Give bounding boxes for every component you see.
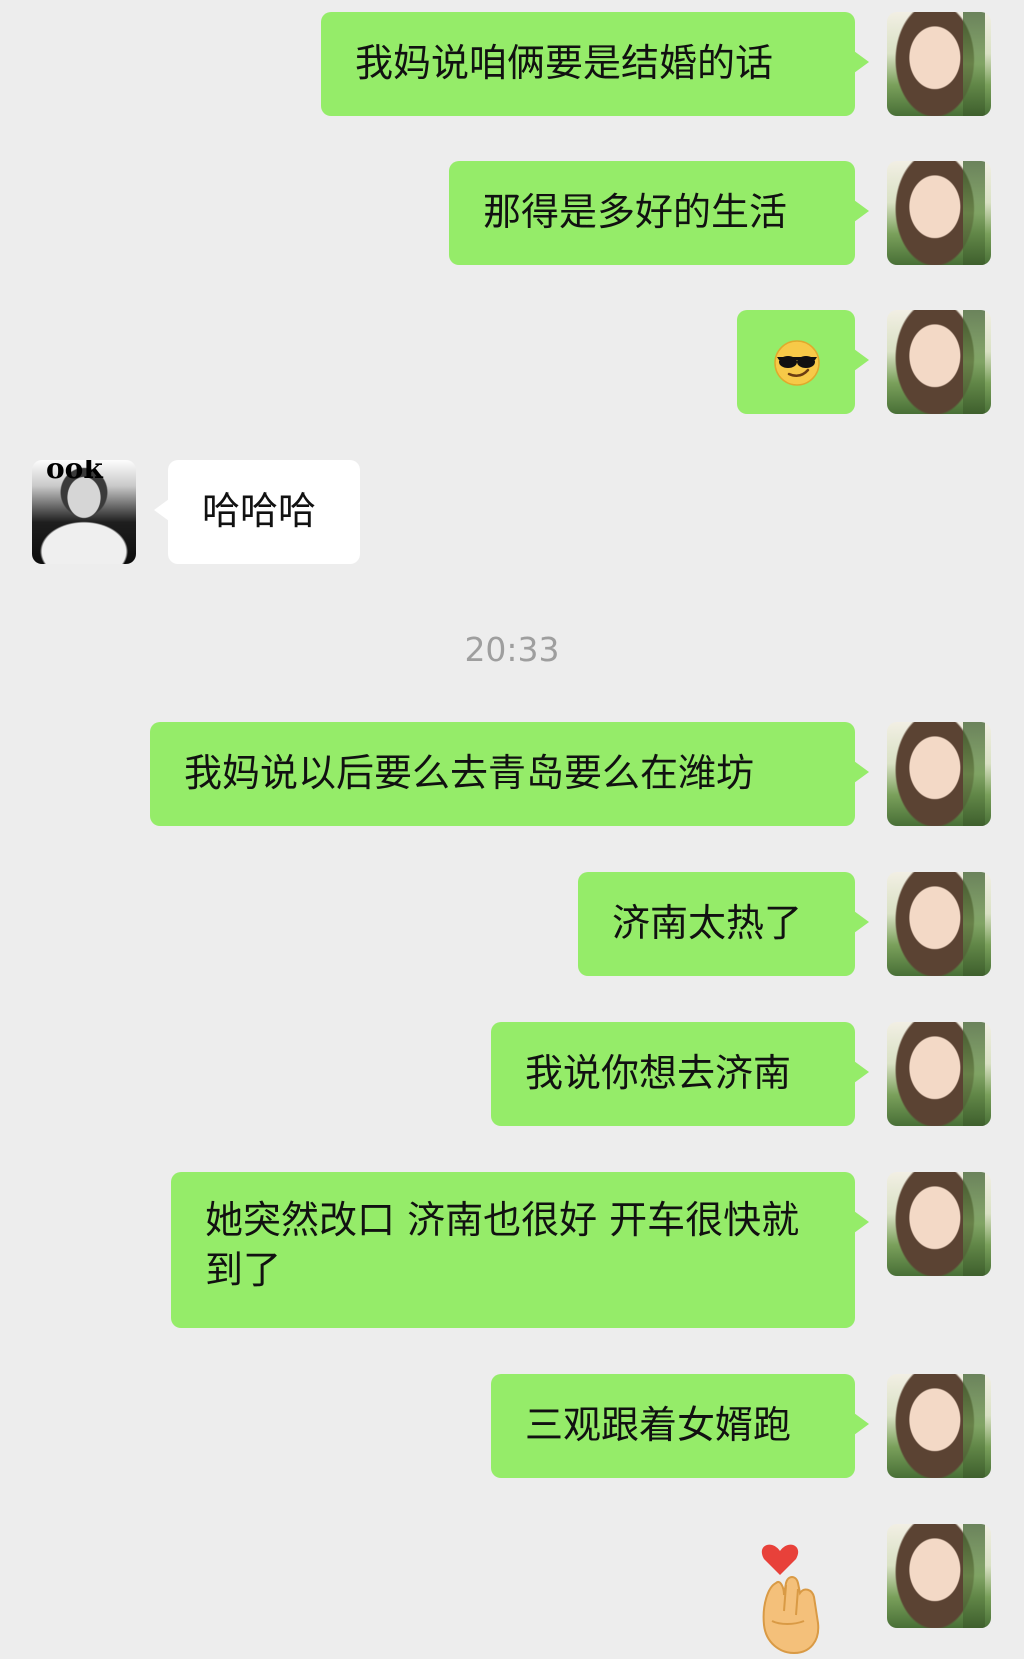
- my-avatar[interactable]: [887, 12, 991, 116]
- message-bubble[interactable]: 那得是多好的生活: [449, 161, 869, 265]
- my-avatar[interactable]: [887, 1374, 991, 1478]
- message-bubble[interactable]: 济南太热了: [578, 872, 869, 976]
- contact-avatar[interactable]: [32, 460, 136, 564]
- message-bubble[interactable]: 我妈说咱俩要是结婚的话: [321, 12, 869, 116]
- my-avatar[interactable]: [887, 1524, 991, 1628]
- chat-timestamp: 20:33: [464, 630, 560, 669]
- message-bubble[interactable]: 哈哈哈: [154, 460, 360, 564]
- my-avatar[interactable]: [887, 1022, 991, 1126]
- message-bubble[interactable]: 我妈说以后要么去青岛要么在潍坊: [150, 722, 869, 826]
- my-avatar[interactable]: [887, 161, 991, 265]
- message-bubble[interactable]: 我说你想去济南: [491, 1022, 869, 1126]
- sunglasses-emoji-icon: [774, 340, 820, 386]
- message-bubble[interactable]: 她突然改口 济南也很好 开车很快就到了: [171, 1172, 869, 1328]
- my-avatar[interactable]: [887, 872, 991, 976]
- message-bubble[interactable]: 三观跟着女婿跑: [491, 1374, 869, 1478]
- finger-heart-emoji-icon[interactable]: [750, 1525, 830, 1655]
- my-avatar[interactable]: [887, 722, 991, 826]
- my-avatar[interactable]: [887, 1172, 991, 1276]
- my-avatar[interactable]: [887, 310, 991, 414]
